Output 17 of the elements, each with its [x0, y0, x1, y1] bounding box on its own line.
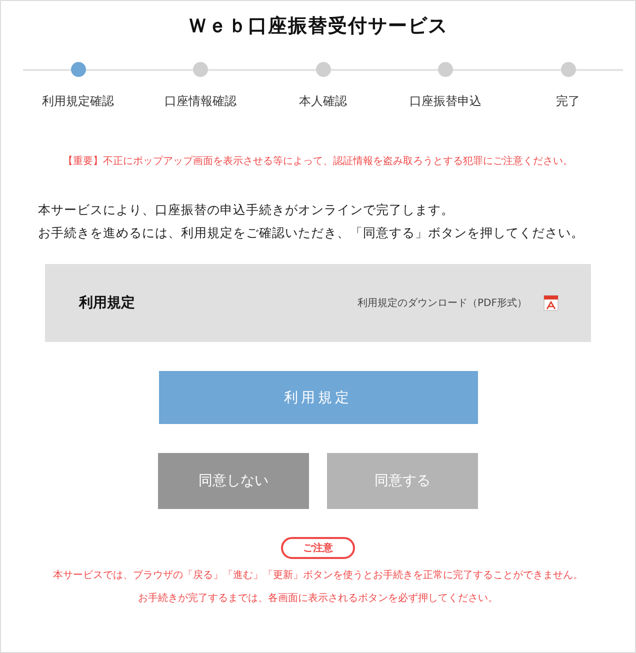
- step-label: 口座情報確認: [164, 93, 236, 110]
- step-label: 本人確認: [299, 93, 347, 110]
- panel-title: 利用規定: [79, 294, 135, 312]
- warning-text: 【重要】不正にポップアップ画面を表示させる等によって、認証情報を盗み取ろうとする犯罪にご注意ください。: [63, 154, 573, 168]
- intro-text: お手続きを進めるには、利用規定をご確認いただき、「同意する」ボタンを押してください。: [38, 225, 585, 242]
- terms-button[interactable]: 利用規定: [158, 371, 478, 424]
- download-link[interactable]: 利用規定のダウンロード（PDF形式）: [358, 296, 527, 310]
- step-label: 完了: [556, 93, 580, 110]
- pdf-icon: [543, 295, 559, 311]
- disagree-button[interactable]: 同意しない: [158, 453, 309, 509]
- notice-badge: ご注意: [281, 537, 355, 559]
- step-label: 利用規定確認: [42, 93, 114, 110]
- notice-text: お手続きが完了するまでは、各画面に表示されるボタンを必ず押してください。: [138, 592, 498, 605]
- notice-text: 本サービスでは、ブラウザの「戻る」「進む」「更新」ボタンを使うとお手続きを正常に完了することができません。: [53, 568, 583, 582]
- intro-text: 本サービスにより、口座振替の申込手続きがオンラインで完了します。: [38, 202, 455, 219]
- step-label: 口座振替申込: [410, 93, 482, 110]
- page-title: Ｗｅｂ口座振替受付サービス: [188, 14, 448, 39]
